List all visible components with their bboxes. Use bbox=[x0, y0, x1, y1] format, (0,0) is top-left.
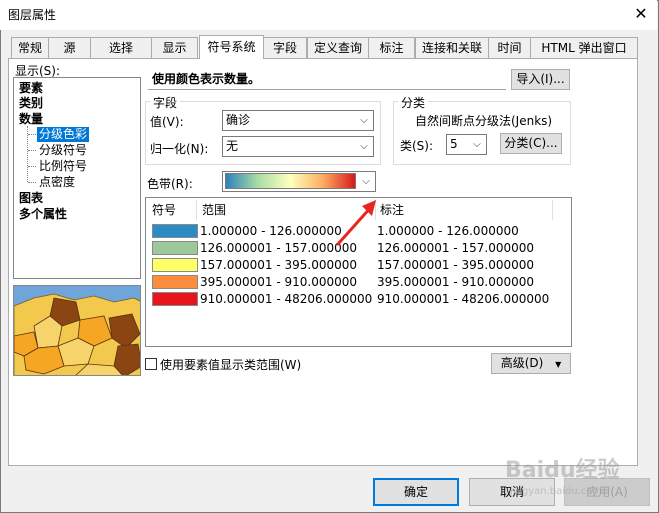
classification-method: 自然间断点分级法(Jenks) bbox=[415, 114, 553, 128]
column-separator bbox=[552, 200, 553, 220]
color-ramp-label: 色带(R): bbox=[147, 177, 193, 191]
classification-group-title: 分类 bbox=[398, 94, 429, 111]
use-feature-values-checkbox[interactable] bbox=[145, 358, 157, 370]
class-label[interactable]: 1.000000 - 126.000000 bbox=[377, 224, 519, 239]
tree-item-graduated-colors[interactable]: 分级色彩 bbox=[37, 127, 90, 142]
value-field-select[interactable]: 确诊 ⌵ bbox=[222, 110, 374, 131]
annotation-arrow-icon bbox=[336, 200, 376, 246]
tree-connector bbox=[28, 182, 36, 183]
window-title: 图层属性 bbox=[8, 8, 57, 22]
renderer-description: 使用颜色表示数量。 bbox=[148, 69, 506, 90]
class-label[interactable]: 910.000001 - 48206.000000 bbox=[377, 292, 549, 307]
class-label[interactable]: 126.000001 - 157.000000 bbox=[377, 241, 534, 256]
dropdown-arrow-icon: ▼ bbox=[555, 360, 562, 369]
tree-item-graduated-symbols[interactable]: 分级符号 bbox=[39, 143, 87, 158]
fields-group-title: 字段 bbox=[150, 94, 181, 111]
class-range[interactable]: 910.000001 - 48206.000000 bbox=[200, 292, 372, 307]
watermark-logo: Baidu经验 bbox=[505, 458, 620, 483]
class-label[interactable]: 395.000001 - 910.000000 bbox=[377, 275, 534, 290]
ok-button[interactable]: 确定 bbox=[373, 478, 459, 506]
tree-item-proportional-symbols[interactable]: 比例符号 bbox=[39, 159, 87, 174]
normalization-label: 归一化(N): bbox=[150, 142, 209, 156]
tab-source[interactable]: 源 bbox=[48, 37, 91, 58]
class-range[interactable]: 1.000000 - 126.000000 bbox=[200, 224, 342, 239]
class-symbol-swatch[interactable] bbox=[152, 241, 198, 255]
class-range[interactable]: 157.000001 - 395.000000 bbox=[200, 258, 357, 273]
chevron-down-icon: ⌵ bbox=[473, 139, 481, 150]
column-separator bbox=[196, 200, 197, 220]
classes-select[interactable]: 5 ⌵ bbox=[446, 134, 487, 155]
tree-item-categories[interactable]: 类别 bbox=[19, 96, 43, 111]
watermark-url: jingyan.baidu.com bbox=[510, 486, 603, 497]
value-field-text: 确诊 bbox=[226, 113, 251, 127]
normalization-text: 无 bbox=[226, 139, 239, 153]
tree-item-multiple-attributes[interactable]: 多个属性 bbox=[19, 207, 67, 222]
chevron-down-icon: ⌵ bbox=[360, 141, 368, 152]
tab-fields[interactable]: 字段 bbox=[263, 37, 307, 58]
close-icon: ✕ bbox=[634, 4, 648, 23]
column-header-range[interactable]: 范围 bbox=[202, 200, 226, 220]
column-header-symbol[interactable]: 符号 bbox=[152, 200, 176, 220]
tab-html-popup[interactable]: HTML 弹出窗口 bbox=[530, 37, 638, 58]
tree-item-charts[interactable]: 图表 bbox=[19, 191, 43, 206]
tree-item-features[interactable]: 要素 bbox=[19, 81, 43, 96]
class-range[interactable]: 395.000001 - 910.000000 bbox=[200, 275, 357, 290]
advanced-button[interactable]: 高级(D) ▼ bbox=[491, 353, 571, 374]
import-button[interactable]: 导入(I)... bbox=[511, 69, 570, 90]
tab-general[interactable]: 常规 bbox=[11, 37, 49, 58]
class-symbol-swatch[interactable] bbox=[152, 224, 198, 238]
class-symbol-swatch[interactable] bbox=[152, 292, 198, 306]
title-bar[interactable] bbox=[0, 0, 657, 30]
classes-value: 5 bbox=[450, 137, 458, 151]
show-tree[interactable]: 要素 类别 数量 分级色彩 分级符号 比例符号 点密度 图表 多个属性 bbox=[13, 77, 141, 279]
tree-connector bbox=[28, 134, 36, 135]
chevron-down-icon: ⌵ bbox=[360, 115, 368, 126]
use-feature-values-label[interactable]: 使用要素值显示类范围(W) bbox=[160, 356, 301, 373]
tab-labels[interactable]: 标注 bbox=[368, 37, 415, 58]
classify-button[interactable]: 分类(C)... bbox=[500, 133, 562, 154]
map-preview-image bbox=[13, 285, 141, 376]
column-header-label[interactable]: 标注 bbox=[380, 200, 404, 220]
tab-display[interactable]: 显示 bbox=[151, 37, 198, 58]
tab-time[interactable]: 时间 bbox=[488, 37, 531, 58]
close-button[interactable]: ✕ bbox=[628, 2, 654, 26]
color-ramp-preview bbox=[225, 173, 356, 189]
class-symbol-swatch[interactable] bbox=[152, 258, 198, 272]
tab-joins-relates[interactable]: 连接和关联 bbox=[415, 37, 489, 58]
value-label: 值(V): bbox=[150, 115, 184, 129]
tab-definition-query[interactable]: 定义查询 bbox=[307, 37, 369, 58]
tree-connector bbox=[28, 166, 36, 167]
class-symbol-swatch[interactable] bbox=[152, 275, 198, 289]
advanced-button-label: 高级(D) bbox=[500, 356, 544, 370]
normalization-select[interactable]: 无 ⌵ bbox=[222, 136, 374, 157]
tab-symbology[interactable]: 符号系统 bbox=[199, 35, 264, 59]
chevron-down-icon: ⌵ bbox=[362, 176, 370, 187]
tree-item-dot-density[interactable]: 点密度 bbox=[39, 175, 75, 190]
class-label[interactable]: 157.000001 - 395.000000 bbox=[377, 258, 534, 273]
tree-item-quantities[interactable]: 数量 bbox=[19, 112, 43, 127]
classes-label: 类(S): bbox=[400, 139, 434, 153]
tab-selection[interactable]: 选择 bbox=[90, 37, 152, 58]
tree-connector bbox=[28, 150, 36, 151]
